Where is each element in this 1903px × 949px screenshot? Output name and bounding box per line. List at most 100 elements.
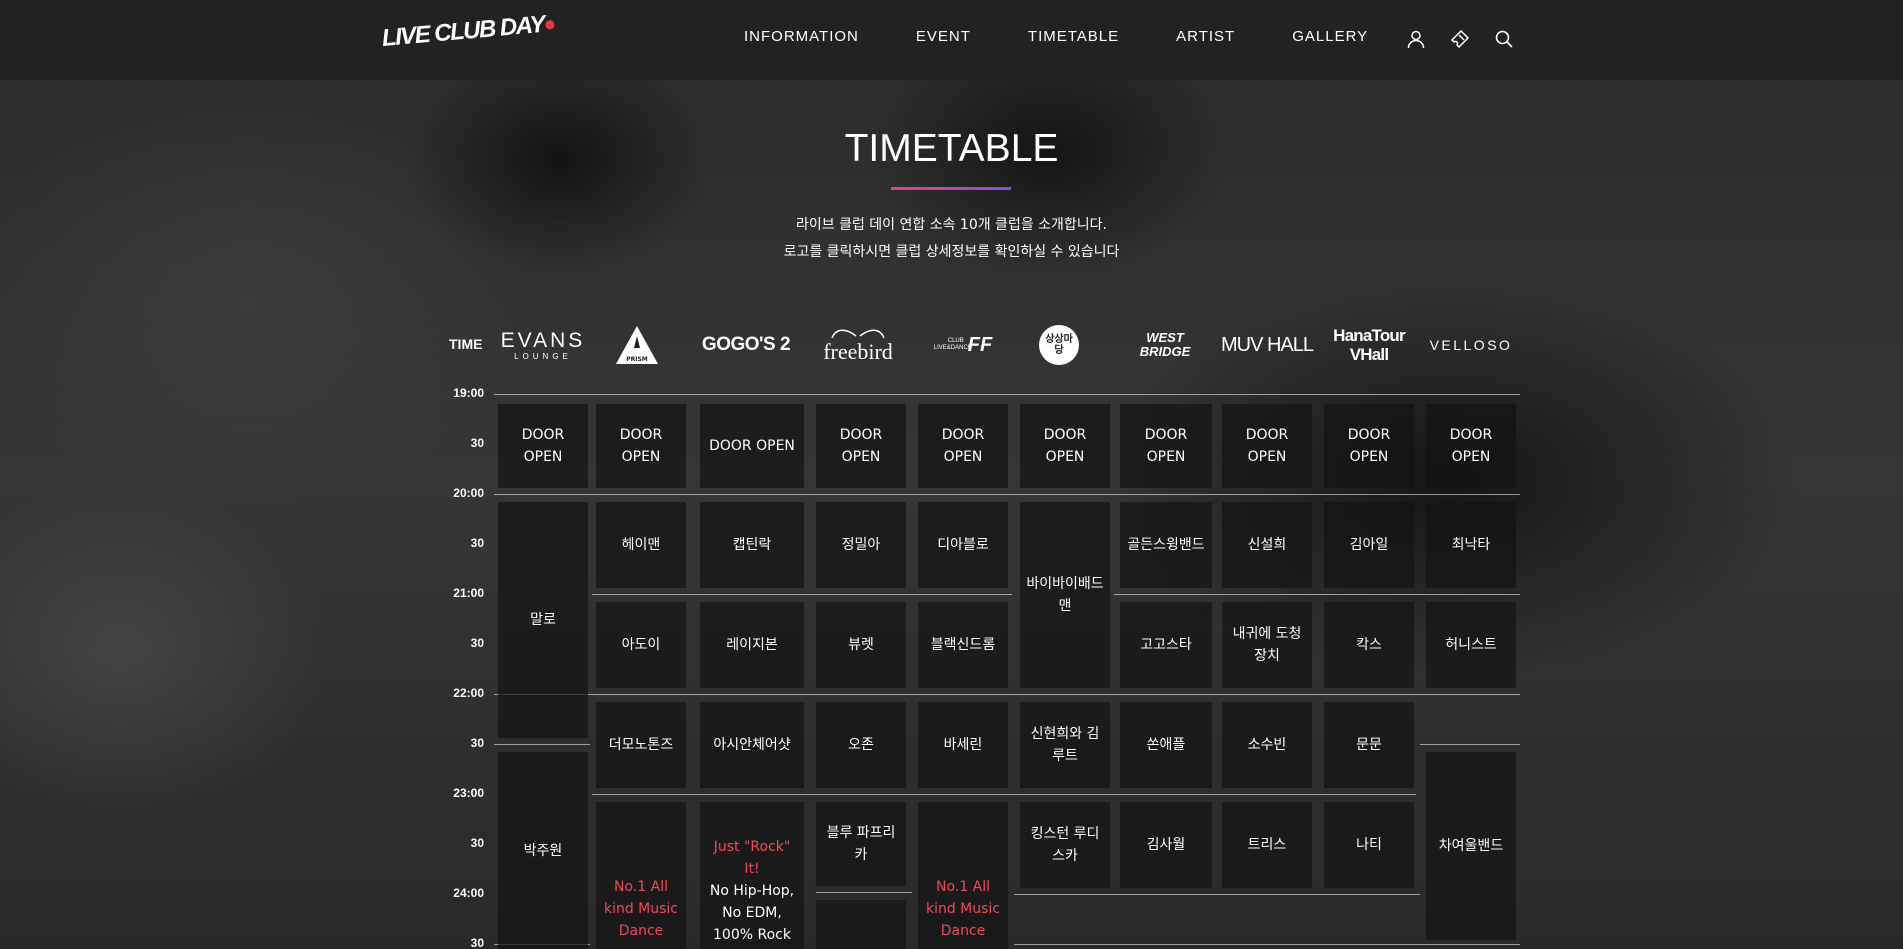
intro-line-1: 라이브 클럽 데이 연합 소속 10개 클럽을 소개합니다.: [795, 217, 1107, 233]
grid-line-2200: [494, 694, 1520, 695]
slot-ff-vaseline[interactable]: 바세린: [918, 702, 1008, 788]
club-logo-gogos2[interactable]: GOGO'S 2: [694, 322, 798, 368]
slot-hanatour-nati[interactable]: 나티: [1324, 802, 1414, 888]
slot-prism-monotones[interactable]: 더모노톤즈: [596, 702, 686, 788]
nav-gallery[interactable]: GALLERY: [1292, 28, 1368, 45]
grid-line-2100b: [1114, 594, 1520, 595]
main-nav: INFORMATION EVENT TIMETABLE ARTIST GALLE…: [744, 28, 1425, 45]
slot-gogos-asianchairshot[interactable]: 아시안체어샷: [700, 702, 804, 788]
ff-dance-note: No.1 All kind Music Dance: [925, 879, 1001, 939]
slot-hanatour-kimail[interactable]: 김아일: [1324, 502, 1414, 588]
club-logo-ff[interactable]: CLUB LIVE&DANCE FF: [920, 322, 1006, 368]
club-logo-westbridge[interactable]: WEST BRIDGE: [1122, 322, 1208, 368]
slot-sangsang-shinhyunhee[interactable]: 신현희와 김루트: [1020, 702, 1110, 788]
slot-freebird-bluepaprika[interactable]: 블루 파프리카: [816, 802, 906, 886]
gogos-rock-note: No Hip-Hop, No EDM, 100% Rock: [709, 883, 795, 943]
slot-velloso-honeyst[interactable]: 허니스트: [1426, 602, 1516, 688]
logo-text: LIVE CLUB DAY: [380, 10, 546, 52]
slot-sangsang-byebyebadman[interactable]: 바이바이배드맨: [1020, 502, 1110, 688]
slot-ff-blacksyndrome[interactable]: 블랙신드롬: [918, 602, 1008, 688]
grid-line-2000: [494, 494, 1520, 495]
logo-dot-icon: [544, 20, 555, 30]
slot-ff-diablo[interactable]: 디아블로: [918, 502, 1008, 588]
time-label: 24:00: [453, 886, 484, 900]
slot-hanatour-munmun[interactable]: 문문: [1324, 702, 1414, 788]
slot-freebird-buret[interactable]: 뷰렛: [816, 602, 906, 688]
time-label: 30: [470, 536, 484, 550]
slot-muvhall-tris[interactable]: 트리스: [1222, 802, 1312, 888]
slot-velloso-choinakta[interactable]: 최낙타: [1426, 502, 1516, 588]
slot-freebird-empty: [816, 900, 906, 949]
time-column-header: TIME: [449, 336, 483, 352]
page-title: TIMETABLE: [844, 127, 1059, 170]
grid-line-2100: [592, 594, 1012, 595]
grid-line-2430b: [1014, 944, 1520, 945]
club-logo-prism[interactable]: PRISM: [596, 322, 678, 368]
site-header: LIVE CLUB DAY INFORMATION EVENT TIMETABL…: [0, 0, 1903, 80]
slot-velloso-chayeoul[interactable]: 차여울밴드: [1426, 752, 1516, 940]
door-open-velloso: DOOR OPEN: [1426, 404, 1516, 488]
slot-westbridge-kimsawol[interactable]: 김사월: [1120, 802, 1212, 888]
slot-evans-parkjuwon[interactable]: 박주원: [498, 752, 588, 949]
nav-artist[interactable]: ARTIST: [1176, 28, 1235, 45]
slot-muvhall-eavesdropper[interactable]: 내귀에 도청장치: [1222, 602, 1312, 688]
nav-timetable[interactable]: TIMETABLE: [1028, 28, 1119, 45]
door-open-westbridge: DOOR OPEN: [1120, 404, 1212, 488]
club-logo-sangsang[interactable]: 상상마당: [1029, 322, 1089, 368]
slot-sangsang-kingston[interactable]: 킹스턴 루디스카: [1020, 802, 1110, 888]
slot-westbridge-gogostar[interactable]: 고고스타: [1120, 602, 1212, 688]
door-open-sangsang: DOOR OPEN: [1020, 404, 1110, 488]
timetable-header: TIME EVANS LOUNGE PRISM GOGO'S 2 freebir…: [444, 322, 1524, 368]
intro-line-2: 로고를 클릭하시면 클럽 상세정보를 확인하실 수 있습니다: [783, 244, 1120, 260]
time-label: 30: [470, 736, 484, 750]
slot-muvhall-sosubin[interactable]: 소수빈: [1222, 702, 1312, 788]
slot-freebird-ozone[interactable]: 오존: [816, 702, 906, 788]
title-underline: [891, 187, 1011, 190]
slot-freebird-jeongmila[interactable]: 정밀아: [816, 502, 906, 588]
intro-text: 라이브 클럽 데이 연합 소속 10개 클럽을 소개합니다. 로고를 클릭하시면…: [0, 212, 1903, 266]
time-label: 19:00: [453, 386, 484, 400]
door-open-muvhall: DOOR OPEN: [1222, 404, 1312, 488]
gogos-rock-note-red: Just "Rock" It!: [713, 839, 791, 877]
slot-ff-dance[interactable]: No.1 All kind Music Dance: [918, 802, 1008, 949]
slot-westbridge-thornapple[interactable]: 쏜애플: [1120, 702, 1212, 788]
slot-gogos-rock[interactable]: Just "Rock" It! No Hip-Hop, No EDM, 100%…: [700, 802, 804, 949]
slot-gogos-lazybone[interactable]: 레이지본: [700, 602, 804, 688]
slot-evans-malo[interactable]: 말로: [498, 502, 588, 738]
slot-prism-heyman[interactable]: 헤이맨: [596, 502, 686, 588]
grid-line-1900: [494, 394, 1520, 395]
time-label: 22:00: [453, 686, 484, 700]
door-open-ff: DOOR OPEN: [918, 404, 1008, 488]
door-open-evans: DOOR OPEN: [498, 404, 588, 488]
slot-muvhall-shinseolhee[interactable]: 신설희: [1222, 502, 1312, 588]
club-logo-evans[interactable]: EVANS LOUNGE: [498, 322, 588, 368]
slot-prism-adoy[interactable]: 아도이: [596, 602, 686, 688]
slot-westbridge-goldenswing[interactable]: 골든스윙밴드: [1120, 502, 1212, 588]
time-label: 21:00: [453, 586, 484, 600]
grid-line-2230-evans: [494, 744, 590, 745]
door-open-hanatour: DOOR OPEN: [1324, 404, 1414, 488]
time-label: 30: [470, 636, 484, 650]
prism-dance-note: No.1 All kind Music Dance: [603, 879, 679, 939]
grid-line-2330-free: [816, 892, 912, 893]
ticket-icon[interactable]: [1450, 29, 1470, 49]
club-logo-muvhall[interactable]: MUV HALL: [1221, 322, 1314, 368]
slot-hanatour-kux[interactable]: 칵스: [1324, 602, 1414, 688]
svg-text:PRISM: PRISM: [626, 356, 648, 363]
time-label: 30: [470, 836, 484, 850]
site-logo[interactable]: LIVE CLUB DAY: [380, 5, 555, 58]
slot-prism-dance[interactable]: No.1 All kind Music Dance: [596, 802, 686, 949]
grid-line-2230-velloso: [1420, 744, 1520, 745]
search-icon[interactable]: [1494, 29, 1514, 49]
club-logo-hanatour[interactable]: HanaTour VHall: [1326, 322, 1412, 368]
nav-event[interactable]: EVENT: [916, 28, 971, 45]
time-label: 30: [470, 936, 484, 949]
header-icons: [1406, 29, 1538, 49]
club-logo-velloso[interactable]: VELLOSO: [1428, 322, 1514, 368]
club-logo-freebird[interactable]: freebird: [815, 322, 901, 368]
nav-information[interactable]: INFORMATION: [744, 28, 859, 45]
slot-gogos-captainrock[interactable]: 캡틴락: [700, 502, 804, 588]
time-label: 23:00: [453, 786, 484, 800]
time-label: 30: [470, 436, 484, 450]
user-icon[interactable]: [1406, 29, 1426, 49]
